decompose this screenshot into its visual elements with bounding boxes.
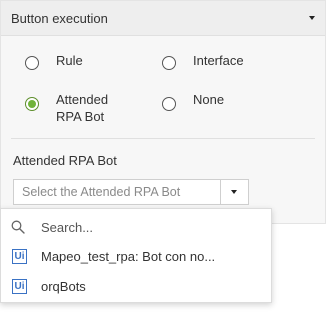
section-divider	[11, 138, 315, 139]
radio-none-label[interactable]: None	[193, 91, 224, 109]
select-placeholder: Select the Attended RPA Bot	[22, 185, 181, 199]
ui-bot-icon: Ui	[12, 279, 27, 294]
search-input[interactable]	[41, 217, 261, 237]
radio-interface[interactable]	[162, 56, 176, 70]
radio-attended-label-line2[interactable]: RPA Bot	[56, 108, 104, 126]
option-label: orqBots	[41, 279, 86, 294]
radio-interface-label[interactable]: Interface	[193, 52, 244, 70]
option-label: Mapeo_test_rpa: Bot con no...	[41, 249, 216, 264]
search-icon	[11, 220, 25, 234]
radio-rule-label[interactable]: Rule	[56, 52, 83, 70]
attended-rpa-bot-label: Attended RPA Bot	[13, 153, 117, 168]
bot-dropdown-list: Ui Mapeo_test_rpa: Bot con no... Ui orqB…	[0, 208, 272, 303]
radio-attended-rpa-bot[interactable]	[25, 97, 39, 111]
chevron-down-icon[interactable]	[231, 190, 237, 194]
select-divider	[220, 180, 221, 204]
dropdown-option-orqbots[interactable]: Ui orqBots	[1, 276, 271, 300]
radio-none[interactable]	[162, 97, 176, 111]
attended-rpa-bot-select[interactable]: Select the Attended RPA Bot	[13, 179, 249, 205]
radio-selected-dot	[28, 100, 36, 108]
radio-attended-label-line1[interactable]: Attended	[56, 91, 108, 109]
ui-bot-icon: Ui	[12, 249, 27, 264]
chevron-down-icon[interactable]	[309, 16, 315, 20]
panel-title: Button execution	[11, 11, 108, 26]
button-execution-panel: Button execution Rule Interface Attended…	[0, 0, 326, 224]
radio-rule[interactable]	[25, 56, 39, 70]
dropdown-option-mapeo[interactable]: Ui Mapeo_test_rpa: Bot con no...	[1, 246, 271, 270]
panel-header[interactable]: Button execution	[1, 1, 325, 36]
